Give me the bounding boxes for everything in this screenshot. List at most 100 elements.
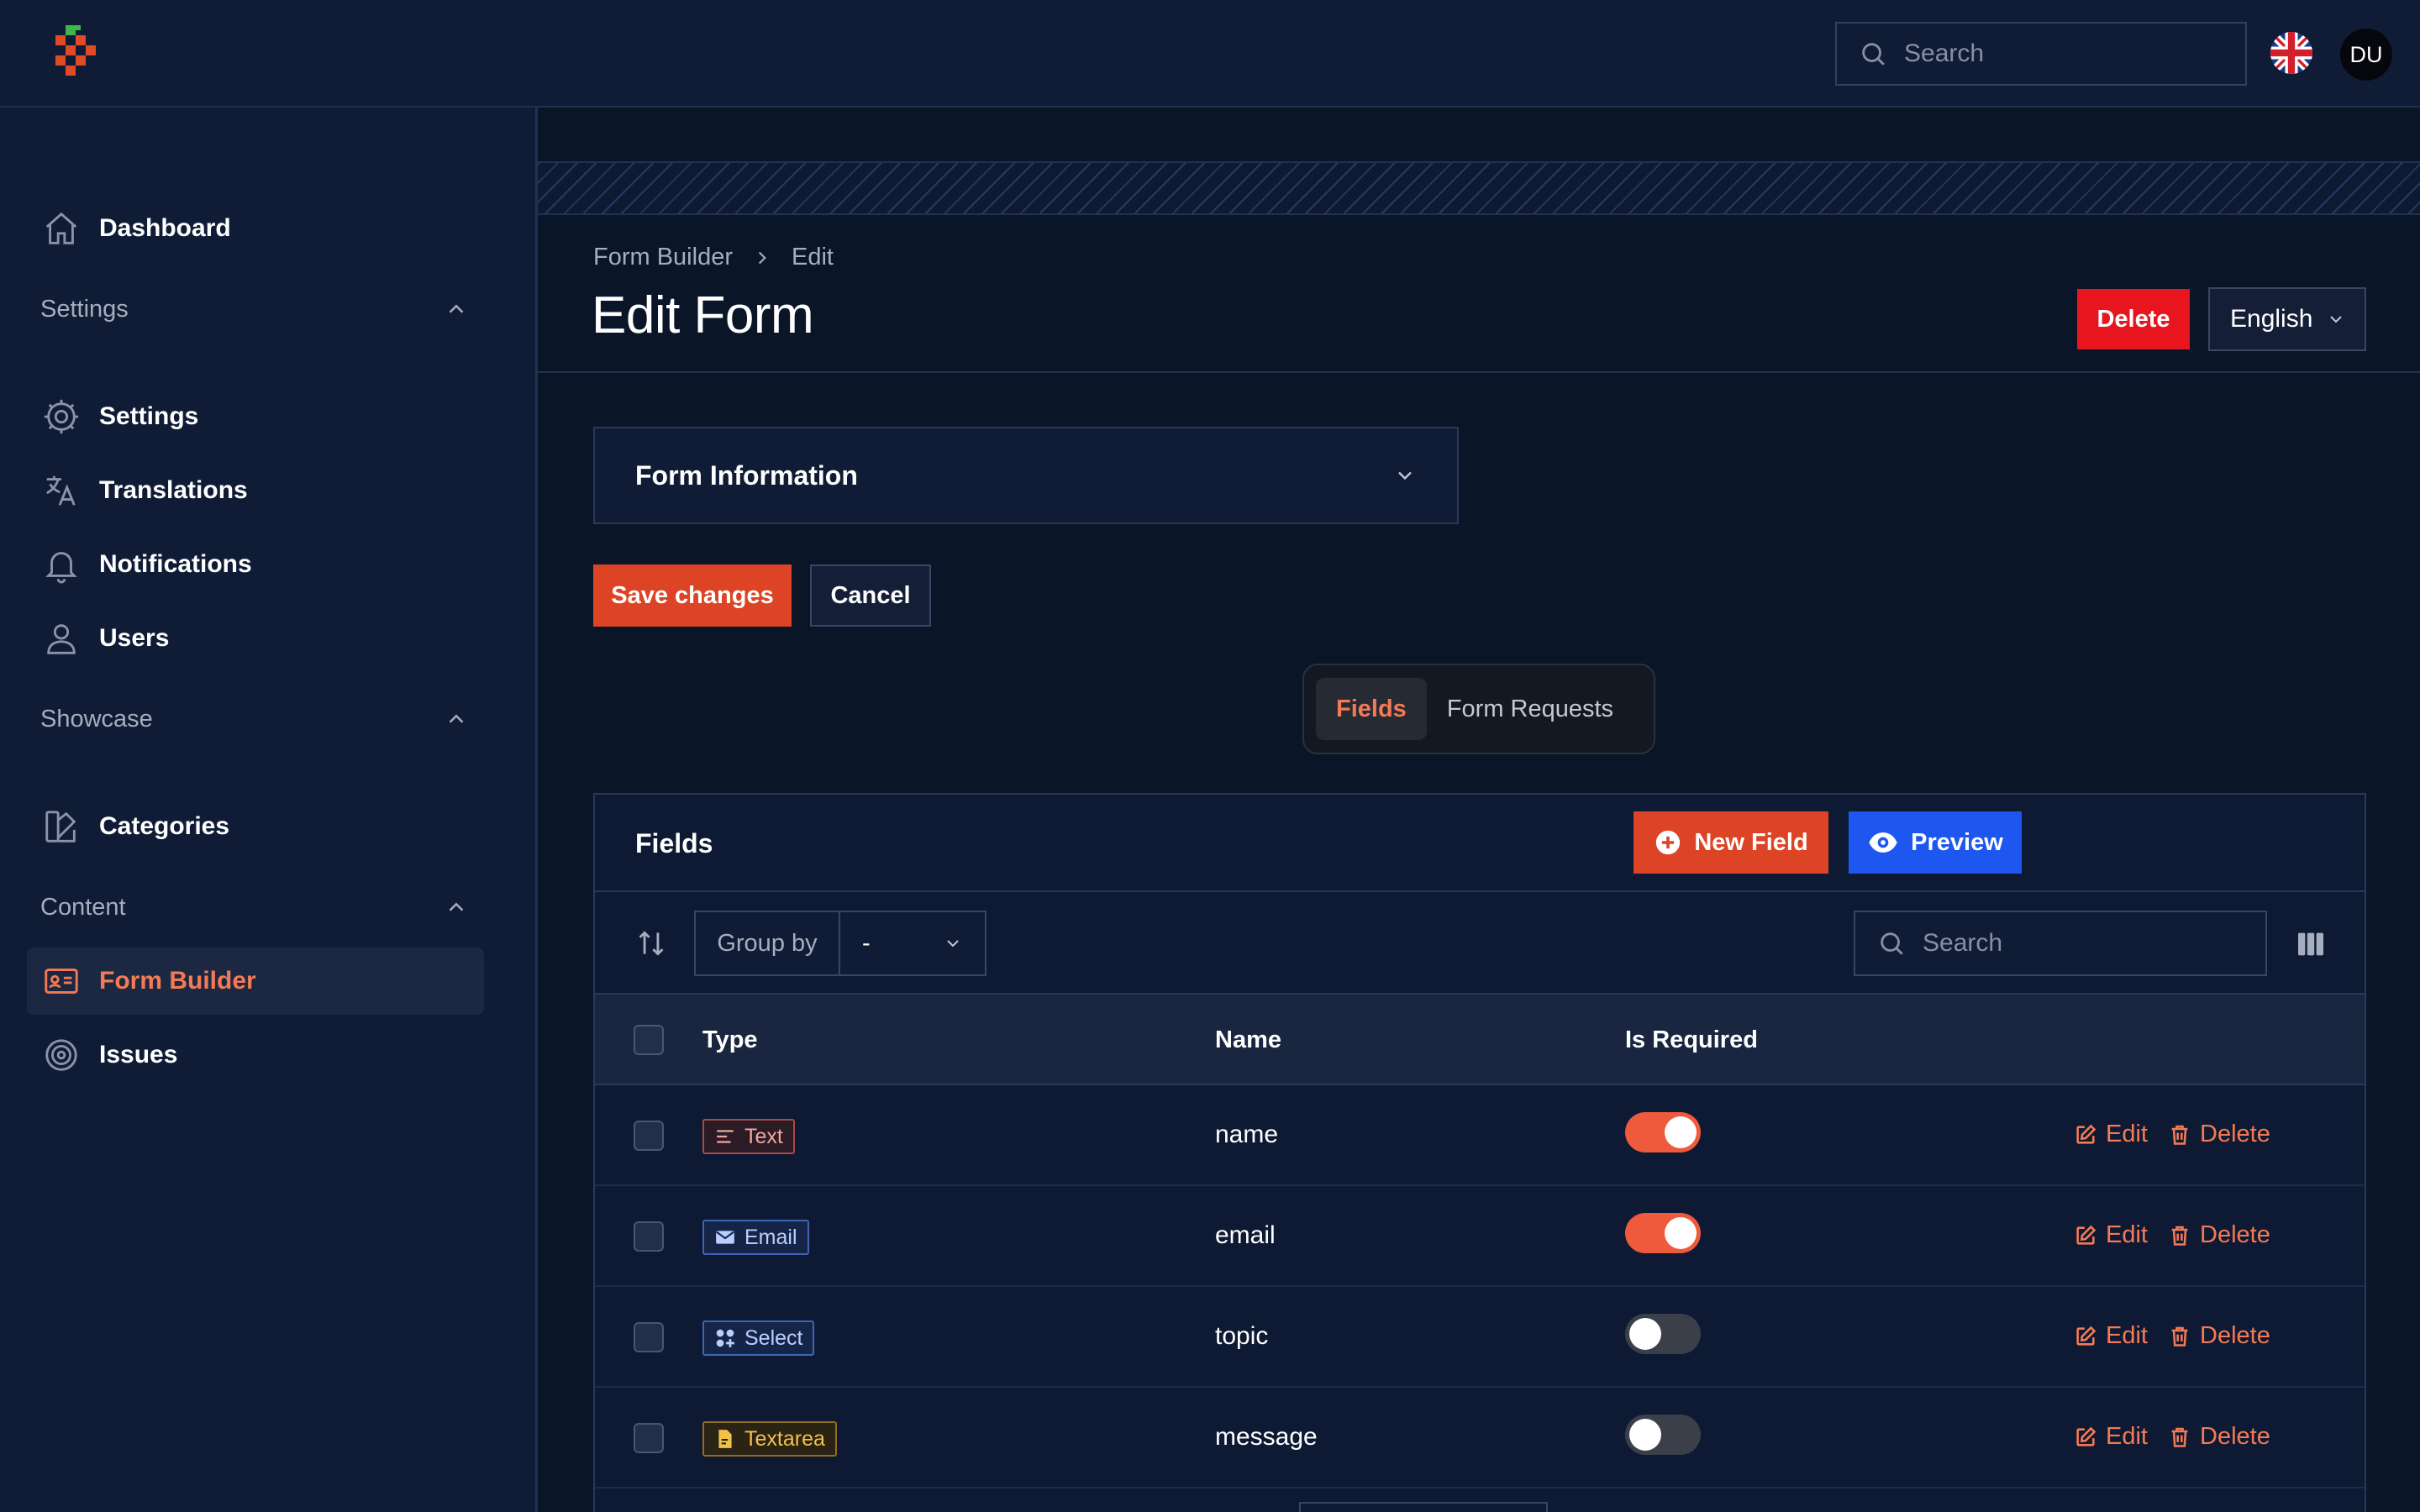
chevron-down-icon xyxy=(2326,309,2346,329)
group-by-dropdown[interactable]: - xyxy=(840,912,985,974)
id-card-icon xyxy=(42,962,81,1000)
sidebar-item-label: Notifications xyxy=(99,550,252,578)
type-badge: Email xyxy=(702,1220,809,1255)
brand-logo[interactable] xyxy=(55,25,106,82)
language-select[interactable]: English xyxy=(2208,287,2366,351)
sidebar-item-settings[interactable]: Settings xyxy=(27,383,484,450)
edit-icon xyxy=(2074,1425,2097,1449)
breadcrumb: Form Builder Edit xyxy=(593,244,834,271)
search-icon xyxy=(1859,39,1887,68)
chevron-right-icon xyxy=(751,247,773,269)
gear-icon xyxy=(42,397,81,436)
header-divider xyxy=(538,371,2420,373)
sort-icon[interactable] xyxy=(635,927,667,959)
delete-label: Delete xyxy=(2200,1322,2270,1349)
sidebar-group-showcase[interactable]: Showcase xyxy=(40,701,469,738)
delete-button[interactable]: Delete xyxy=(2077,289,2190,349)
table-row: Text name Edit Delete xyxy=(595,1085,2365,1186)
table-row: Select topic Edit Delete xyxy=(595,1287,2365,1388)
breadcrumb-item[interactable]: Form Builder xyxy=(593,244,733,271)
columns-icon[interactable] xyxy=(2294,927,2328,961)
section-title: Form Information xyxy=(635,459,858,491)
preview-button[interactable]: Preview xyxy=(1849,811,2022,874)
form-information-section[interactable]: Form Information xyxy=(593,427,1459,524)
tab-bar: Fields Form Requests xyxy=(1302,664,1655,754)
save-changes-button[interactable]: Save changes xyxy=(593,564,792,627)
toggle-knob xyxy=(1629,1318,1661,1350)
swatch-icon xyxy=(42,807,81,846)
row-checkbox[interactable] xyxy=(634,1121,664,1151)
panel-title: Fields xyxy=(635,828,713,858)
edit-button[interactable]: Edit xyxy=(2074,1423,2148,1451)
delete-label: Delete xyxy=(2200,1121,2270,1147)
edit-button[interactable]: Edit xyxy=(2074,1121,2148,1148)
delete-label: Delete xyxy=(2200,1221,2270,1248)
sidebar-item-dashboard[interactable]: Dashboard xyxy=(27,195,484,262)
cancel-button[interactable]: Cancel xyxy=(810,564,931,627)
required-toggle[interactable] xyxy=(1625,1415,1701,1455)
group-by-select[interactable]: Group by - xyxy=(694,911,986,976)
sidebar-item-label: Users xyxy=(99,624,170,652)
sidebar-group-content[interactable]: Content xyxy=(40,889,469,926)
type-label: Textarea xyxy=(744,1426,825,1451)
main-content: Form Builder Edit Edit Form Delete Engli… xyxy=(538,108,2420,1512)
delete-row-button[interactable]: Delete xyxy=(2168,1322,2270,1350)
delete-row-button[interactable]: Delete xyxy=(2168,1221,2270,1249)
row-checkbox[interactable] xyxy=(634,1423,664,1453)
sidebar-item-issues[interactable]: Issues xyxy=(27,1021,484,1089)
edit-button[interactable]: Edit xyxy=(2074,1322,2148,1350)
delete-row-button[interactable]: Delete xyxy=(2168,1423,2270,1451)
delete-row-button[interactable]: Delete xyxy=(2168,1121,2270,1148)
delete-label: Delete xyxy=(2200,1423,2270,1450)
row-checkbox[interactable] xyxy=(634,1322,664,1352)
top-bar: Search DU xyxy=(0,0,2420,108)
edit-label: Edit xyxy=(2106,1423,2148,1450)
toggle-knob xyxy=(1629,1419,1661,1451)
page-title: Edit Form xyxy=(592,286,814,344)
chevron-up-icon xyxy=(444,297,469,322)
group-label: Showcase xyxy=(40,705,153,732)
trash-icon xyxy=(2168,1425,2191,1449)
chevron-up-icon xyxy=(444,706,469,732)
eye-icon xyxy=(1867,827,1899,858)
column-header-name[interactable]: Name xyxy=(1215,1026,1281,1054)
edit-button[interactable]: Edit xyxy=(2074,1221,2148,1249)
table-toolbar: Group by - Search xyxy=(595,892,2365,995)
grid-plus-icon xyxy=(714,1327,736,1349)
select-all-checkbox[interactable] xyxy=(634,1025,664,1055)
required-toggle[interactable] xyxy=(1625,1213,1701,1253)
new-field-button[interactable]: New Field xyxy=(1634,811,1828,874)
chevron-down-icon xyxy=(1393,464,1417,487)
document-icon xyxy=(714,1428,736,1450)
sidebar-item-categories[interactable]: Categories xyxy=(27,793,484,860)
edit-label: Edit xyxy=(2106,1322,2148,1349)
user-avatar[interactable]: DU xyxy=(2340,29,2392,81)
chevron-down-icon xyxy=(943,933,963,953)
required-toggle[interactable] xyxy=(1625,1314,1701,1354)
trash-icon xyxy=(2168,1123,2191,1147)
sidebar-item-translations[interactable]: Translations xyxy=(27,457,484,524)
type-badge: Textarea xyxy=(702,1421,837,1457)
sidebar-item-form-builder[interactable]: Form Builder xyxy=(27,948,484,1015)
column-header-is-required[interactable]: Is Required xyxy=(1625,1026,1758,1054)
field-name: topic xyxy=(1215,1322,1269,1350)
user-icon xyxy=(42,619,81,658)
edit-label: Edit xyxy=(2106,1121,2148,1147)
bell-icon xyxy=(42,545,81,584)
tab-fields[interactable]: Fields xyxy=(1316,678,1427,740)
uk-flag-icon[interactable] xyxy=(2270,32,2312,74)
sidebar-group-settings[interactable]: Settings xyxy=(40,291,469,328)
global-search-input[interactable]: Search xyxy=(1835,22,2247,86)
column-header-type[interactable]: Type xyxy=(702,1026,758,1054)
edit-icon xyxy=(2074,1325,2097,1348)
sidebar-item-notifications[interactable]: Notifications xyxy=(27,531,484,598)
edit-icon xyxy=(2074,1123,2097,1147)
row-checkbox[interactable] xyxy=(634,1221,664,1252)
required-toggle[interactable] xyxy=(1625,1112,1701,1152)
tab-form-requests[interactable]: Form Requests xyxy=(1427,678,1634,740)
table-search-input[interactable]: Search xyxy=(1854,911,2267,976)
pagination[interactable] xyxy=(1299,1502,1548,1512)
sidebar-item-label: Translations xyxy=(99,476,248,504)
sidebar-item-users[interactable]: Users xyxy=(27,605,484,672)
field-name: name xyxy=(1215,1121,1279,1148)
